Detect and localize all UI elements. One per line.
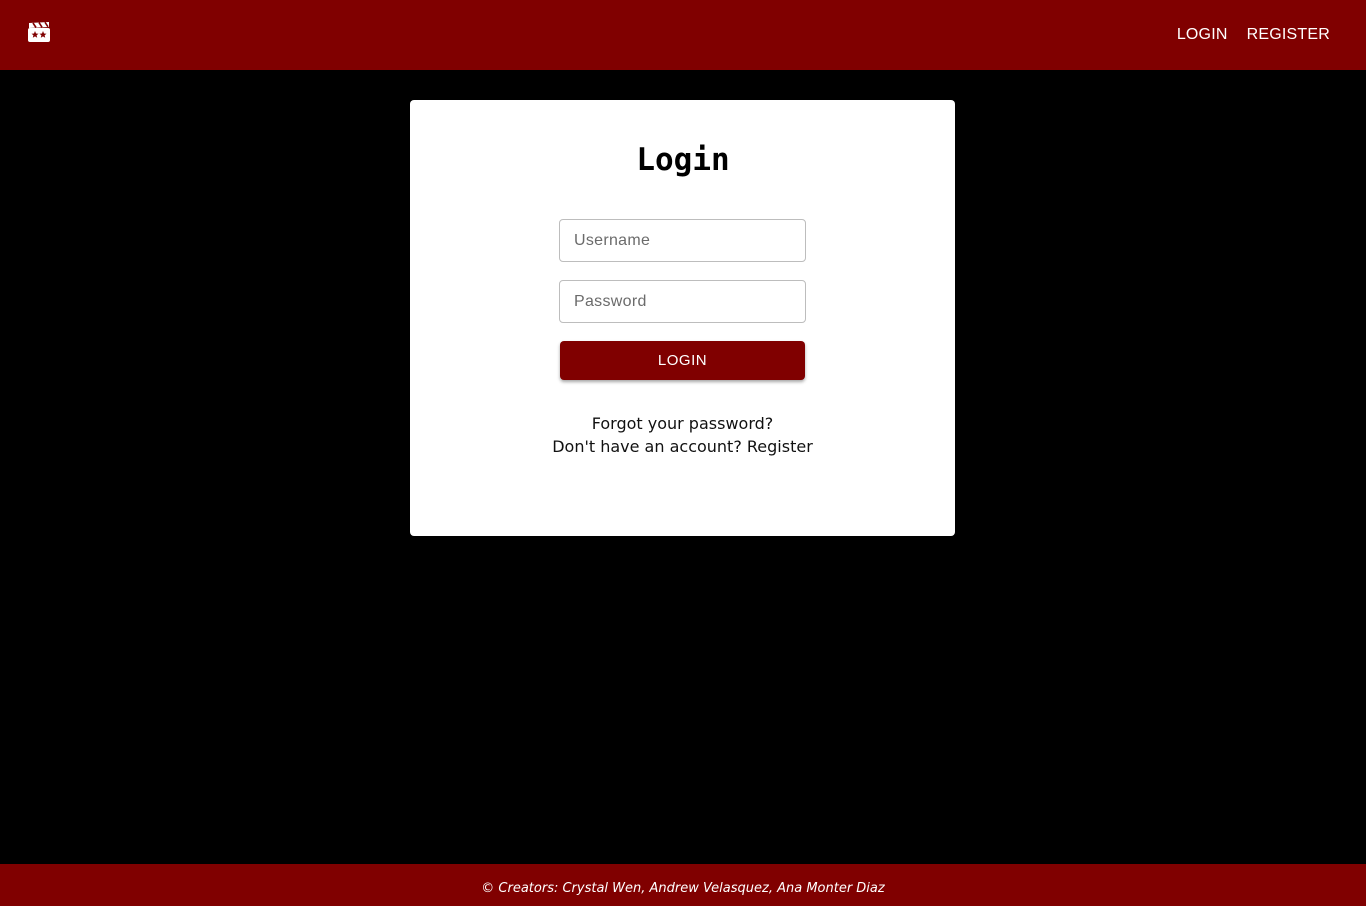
password-input[interactable] <box>559 280 806 323</box>
clapperboard-icon[interactable] <box>28 21 50 42</box>
forgot-password-row: Forgot your password? <box>410 414 955 433</box>
nav-links: LOGIN REGISTER <box>1177 0 1330 70</box>
footer-credits: © Creators: Crystal Wen, Andrew Velasque… <box>481 880 885 896</box>
no-account-text: Don't have an account? <box>552 437 747 456</box>
username-input[interactable] <box>559 219 806 262</box>
register-link[interactable]: Register <box>747 437 813 456</box>
forgot-password-link[interactable]: Forgot your password? <box>592 414 774 433</box>
nav-login-link[interactable]: LOGIN <box>1177 26 1228 44</box>
register-prompt: Don't have an account? Register <box>410 437 955 456</box>
navbar: LOGIN REGISTER <box>0 0 1366 70</box>
page-title: Login <box>636 142 730 178</box>
footer: © Creators: Crystal Wen, Andrew Velasque… <box>0 864 1366 906</box>
nav-register-link[interactable]: REGISTER <box>1247 26 1330 44</box>
login-button[interactable]: LOGIN <box>560 341 805 380</box>
